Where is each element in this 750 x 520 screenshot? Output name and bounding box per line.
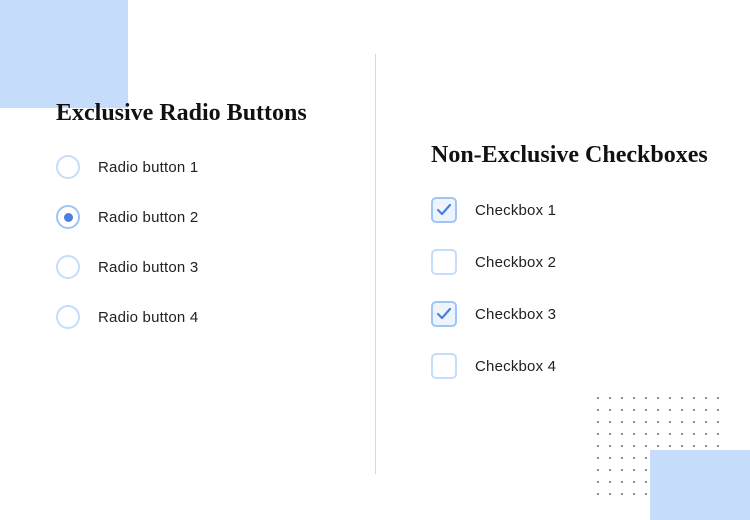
radio-label: Radio button 2 bbox=[98, 209, 198, 226]
radio-heading: Exclusive Radio Buttons bbox=[56, 100, 335, 127]
checkbox-icon bbox=[431, 301, 457, 327]
radio-label: Radio button 4 bbox=[98, 309, 198, 326]
radio-icon bbox=[56, 305, 80, 329]
radio-option-3[interactable]: Radio button 3 bbox=[56, 255, 335, 279]
radio-icon bbox=[56, 255, 80, 279]
radio-icon bbox=[56, 205, 80, 229]
radio-label: Radio button 3 bbox=[98, 259, 198, 276]
checkbox-icon bbox=[431, 249, 457, 275]
radio-icon bbox=[56, 155, 80, 179]
checkbox-option-2[interactable]: Checkbox 2 bbox=[431, 249, 710, 275]
checkbox-label: Checkbox 3 bbox=[475, 306, 556, 323]
checkbox-label: Checkbox 1 bbox=[475, 202, 556, 219]
checkbox-label: Checkbox 2 bbox=[475, 254, 556, 271]
radio-section: Exclusive Radio Buttons Radio button 1 R… bbox=[0, 0, 375, 355]
checkbox-label: Checkbox 4 bbox=[475, 358, 556, 375]
checkbox-icon bbox=[431, 353, 457, 379]
checkbox-option-4[interactable]: Checkbox 4 bbox=[431, 353, 710, 379]
checkbox-icon bbox=[431, 197, 457, 223]
checkbox-option-1[interactable]: Checkbox 1 bbox=[431, 197, 710, 223]
radio-option-4[interactable]: Radio button 4 bbox=[56, 305, 335, 329]
radio-label: Radio button 1 bbox=[98, 159, 198, 176]
checkbox-option-3[interactable]: Checkbox 3 bbox=[431, 301, 710, 327]
checkbox-heading: Non-Exclusive Checkboxes bbox=[431, 142, 710, 169]
radio-option-2[interactable]: Radio button 2 bbox=[56, 205, 335, 229]
radio-option-1[interactable]: Radio button 1 bbox=[56, 155, 335, 179]
checkbox-section: Non-Exclusive Checkboxes Checkbox 1 Chec… bbox=[375, 0, 750, 405]
